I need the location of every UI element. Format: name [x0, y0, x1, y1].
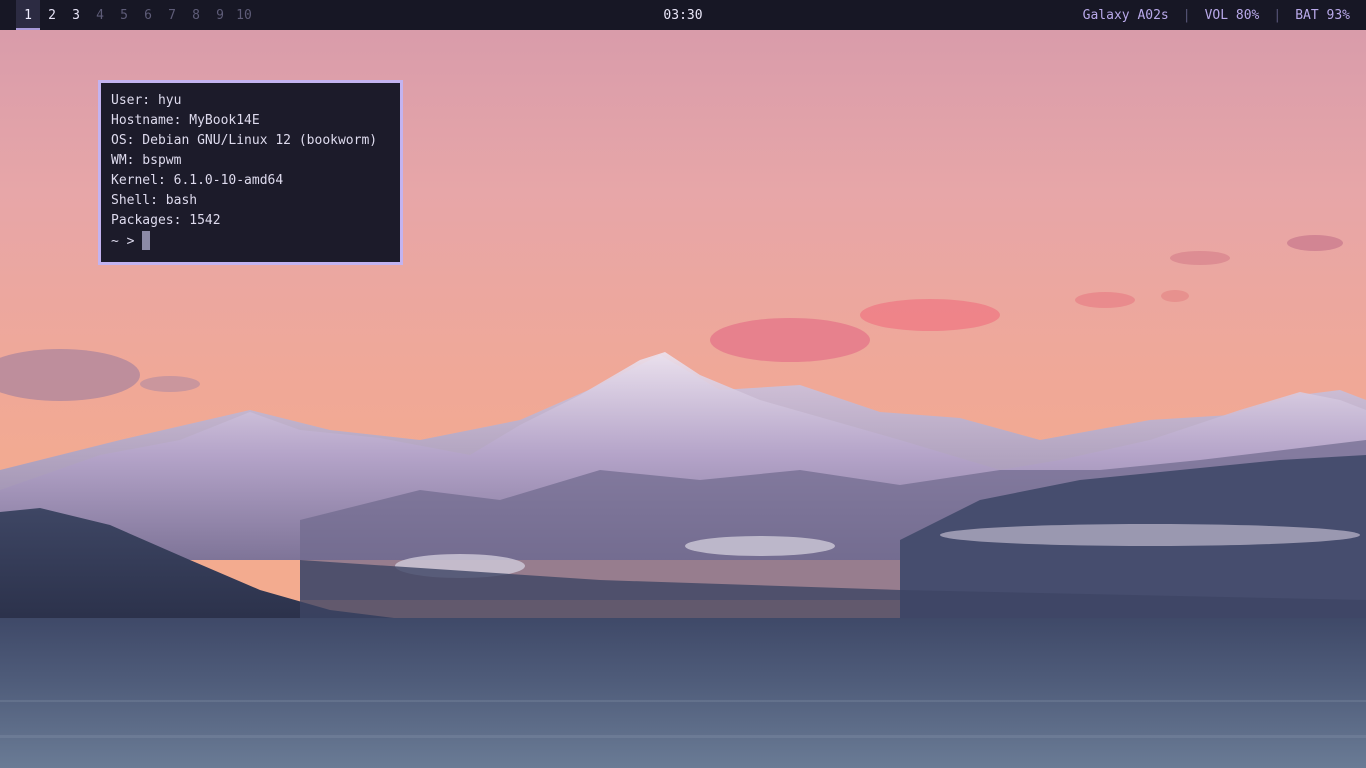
terminal-prompt: ~ >	[111, 234, 135, 249]
device-indicator[interactable]: Galaxy A02s	[1083, 0, 1169, 30]
battery-indicator[interactable]: BAT 93%	[1295, 0, 1350, 30]
terminal-line: OS: Debian GNU/Linux 12 (bookworm)	[111, 133, 378, 148]
terminal-window[interactable]: User: hyu Hostname: MyBook14E OS: Debian…	[98, 80, 403, 265]
terminal-line: Hostname: MyBook14E	[111, 113, 260, 128]
terminal-line: Shell: bash	[111, 193, 198, 208]
terminal-prompt-line[interactable]: ~ >	[111, 231, 390, 251]
terminal-line: WM: bspwm	[111, 153, 182, 168]
volume-indicator[interactable]: VOL 80%	[1205, 0, 1260, 30]
separator: |	[1182, 8, 1191, 23]
status-modules: Galaxy A02s | VOL 80% | BAT 93%	[1083, 0, 1350, 30]
desktop: 1 2 3 4 5 6 7 8 9 10 03:30 Galaxy A02s |…	[0, 0, 1366, 768]
terminal-line: User: hyu	[111, 93, 182, 108]
terminal-line: Packages: 1542	[111, 213, 221, 228]
top-panel: 1 2 3 4 5 6 7 8 9 10 03:30 Galaxy A02s |…	[0, 0, 1366, 30]
terminal-line: Kernel: 6.1.0-10-amd64	[111, 173, 284, 188]
separator: |	[1273, 8, 1282, 23]
text-cursor	[142, 231, 151, 250]
